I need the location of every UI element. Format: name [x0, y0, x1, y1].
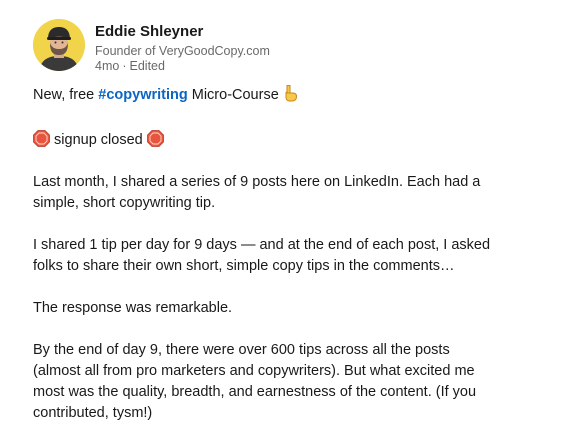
- author-headline: Founder of VeryGoodCopy.com: [95, 44, 270, 58]
- intro-prefix: New, free: [33, 87, 99, 103]
- author-avatar[interactable]: [33, 19, 85, 71]
- author-meta: Eddie Shleyner Founder of VeryGoodCopy.c…: [95, 22, 270, 74]
- avatar-portrait-icon: [33, 19, 85, 71]
- signup-status-line: signup closed: [33, 130, 543, 151]
- paragraph-line: Last month, I shared a series of 9 posts…: [33, 174, 481, 190]
- post-body: New, free #copywriting Micro-Course sign…: [33, 84, 543, 445]
- author-name[interactable]: Eddie Shleyner: [95, 22, 270, 42]
- pointing-down-hand-icon: [283, 84, 298, 109]
- stop-sign-icon: [33, 130, 50, 147]
- paragraph-line: By the end of day 9, there were over 600…: [33, 342, 450, 358]
- post-paragraph: By the end of day 9, there were over 600…: [33, 340, 543, 424]
- hashtag-link[interactable]: #copywriting: [98, 87, 187, 103]
- paragraph-line: most was the quality, breadth, and earne…: [33, 384, 477, 400]
- post-intro-line: New, free #copywriting Micro-Course: [33, 84, 543, 109]
- dot-separator: ·: [122, 59, 127, 73]
- post-paragraph: Last month, I shared a series of 9 posts…: [33, 172, 543, 214]
- signup-status-text: signup closed: [50, 132, 147, 148]
- post-paragraph: The response was remarkable.: [33, 298, 543, 319]
- stop-sign-icon: [146, 130, 164, 147]
- feed-post: Eddie Shleyner Founder of VeryGoodCopy.c…: [0, 0, 561, 445]
- post-time: 4mo: [95, 59, 120, 73]
- post-paragraph: I shared 1 tip per day for 9 days — and …: [33, 235, 543, 277]
- paragraph-line: The response was remarkable.: [33, 300, 233, 316]
- paragraph-line: (almost all from pro marketers and copyw…: [33, 363, 475, 379]
- edited-label: Edited: [129, 59, 165, 73]
- paragraph-line: folks to share their own short, simple c…: [33, 258, 455, 274]
- paragraph-line: contributed, tysm!): [33, 405, 153, 421]
- paragraph-line: simple, short copywriting tip.: [33, 195, 216, 211]
- post-timestamp-row: 4mo · Edited: [95, 59, 270, 74]
- intro-suffix: Micro-Course: [187, 87, 283, 103]
- post-header: Eddie Shleyner Founder of VeryGoodCopy.c…: [33, 19, 270, 74]
- paragraph-line: I shared 1 tip per day for 9 days — and …: [33, 237, 491, 253]
